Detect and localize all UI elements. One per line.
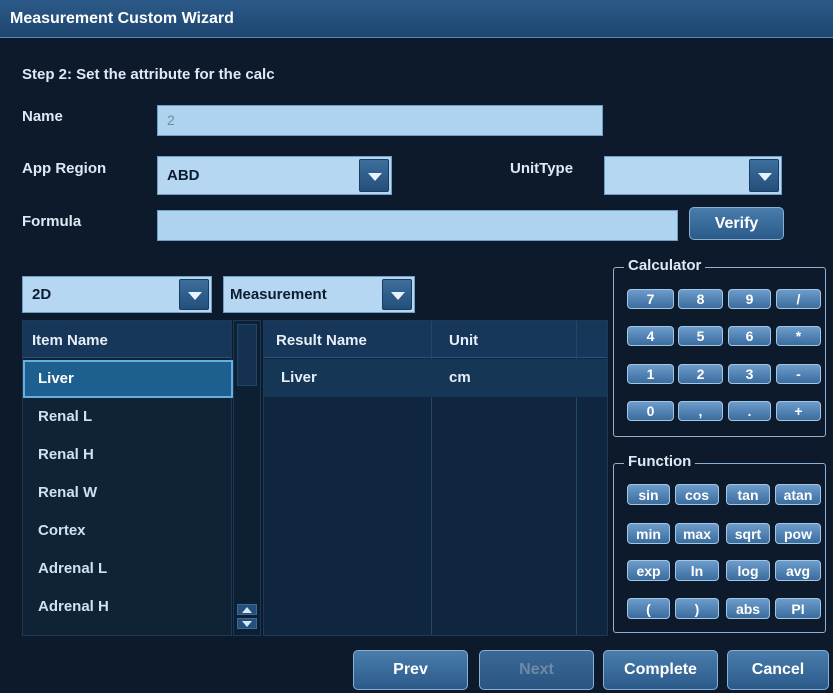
mode-value: 2D [32,286,52,303]
scroll-down-icon[interactable] [237,618,257,629]
key-max[interactable]: max [675,523,719,544]
key-plus[interactable]: + [776,401,821,421]
list-item[interactable]: Renal L [23,398,233,436]
key-pow[interactable]: pow [775,523,821,544]
formula-label: Formula [22,213,82,230]
list-item[interactable]: Adrenal L [23,550,233,588]
type-select[interactable]: Measurement [223,276,415,313]
key-divide[interactable]: / [776,289,821,309]
chevron-down-icon[interactable] [382,279,412,310]
key-3[interactable]: 3 [728,364,771,384]
prev-button[interactable]: Prev [353,650,468,690]
list-item[interactable]: Renal W [23,474,233,512]
key-dot[interactable]: . [728,401,771,421]
list-item[interactable]: Renal H [23,436,233,474]
unit-cell: cm [449,369,471,386]
result-table-header: Result Name Unit [264,321,607,358]
scroll-up-icon[interactable] [237,604,257,615]
table-row[interactable]: Liver cm [264,359,607,397]
list-item[interactable]: Cortex [23,512,233,550]
unit-header: Unit [449,332,479,349]
formula-field[interactable] [157,210,678,241]
calculator-title: Calculator [624,257,706,274]
cancel-button[interactable]: Cancel [727,650,829,690]
mode-select[interactable]: 2D [22,276,212,313]
name-field[interactable]: 2 [157,105,603,136]
type-value: Measurement [230,286,327,303]
key-6[interactable]: 6 [728,326,771,346]
key-minus[interactable]: - [776,364,821,384]
app-region-value: ABD [167,167,200,184]
item-list-scrollbar[interactable] [233,320,261,636]
result-name-cell: Liver [281,369,317,386]
key-8[interactable]: 8 [678,289,723,309]
scrollbar-thumb[interactable] [237,324,257,386]
key-abs[interactable]: abs [726,598,770,619]
function-panel: Function sin cos tan atan min max sqrt p… [613,453,826,633]
key-log[interactable]: log [726,560,770,581]
app-region-label: App Region [22,160,107,177]
key-2[interactable]: 2 [678,364,723,384]
chevron-down-icon[interactable] [749,159,779,192]
list-item[interactable]: Liver [23,360,233,398]
unit-type-select[interactable] [604,156,782,195]
key-cos[interactable]: cos [675,484,719,505]
app-region-select[interactable]: ABD [157,156,392,195]
window-title: Measurement Custom Wizard [10,10,234,27]
step-title: Step 2: Set the attribute for the calc [22,66,275,83]
key-5[interactable]: 5 [678,326,723,346]
verify-button[interactable]: Verify [689,207,784,240]
item-list: Item Name Liver Renal L Renal H Renal W … [22,320,233,636]
key-9[interactable]: 9 [728,289,771,309]
key-exp[interactable]: exp [627,560,670,581]
item-name-header: Item Name [32,332,108,349]
chevron-down-icon[interactable] [359,159,389,192]
key-tan[interactable]: tan [726,484,770,505]
name-label: Name [22,108,63,125]
key-comma[interactable]: , [678,401,723,421]
result-name-header: Result Name [276,332,367,349]
result-table: Result Name Unit Liver cm [263,320,608,636]
list-item[interactable]: Adrenal H [23,588,233,626]
key-open-paren[interactable]: ( [627,598,670,619]
key-7[interactable]: 7 [627,289,674,309]
title-bar: Measurement Custom Wizard [0,0,833,38]
item-list-header: Item Name [23,321,231,358]
key-4[interactable]: 4 [627,326,674,346]
key-avg[interactable]: avg [775,560,821,581]
next-button[interactable]: Next [479,650,594,690]
key-sqrt[interactable]: sqrt [726,523,770,544]
key-0[interactable]: 0 [627,401,674,421]
key-min[interactable]: min [627,523,670,544]
function-title: Function [624,453,696,470]
key-pi[interactable]: PI [775,598,821,619]
chevron-down-icon[interactable] [179,279,209,310]
key-atan[interactable]: atan [775,484,821,505]
calculator-panel: Calculator 7 8 9 / 4 5 6 * 1 2 3 - 0 , .… [613,257,826,437]
key-sin[interactable]: sin [627,484,670,505]
key-ln[interactable]: ln [675,560,719,581]
complete-button[interactable]: Complete [603,650,718,690]
key-1[interactable]: 1 [627,364,674,384]
key-close-paren[interactable]: ) [675,598,719,619]
unit-type-label: UnitType [510,160,574,177]
key-multiply[interactable]: * [776,326,821,346]
